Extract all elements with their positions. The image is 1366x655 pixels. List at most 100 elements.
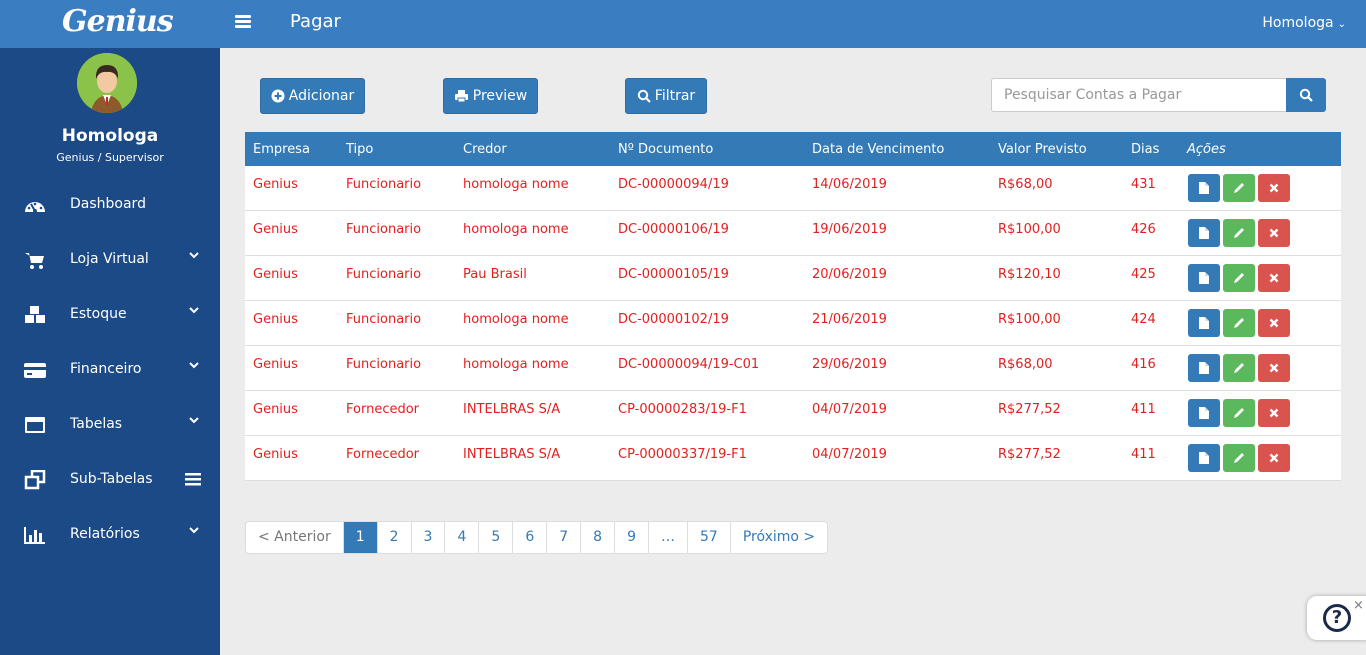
pencil-icon <box>1234 363 1244 373</box>
cell-tipo: Funcionario <box>346 357 422 372</box>
delete-button[interactable] <box>1258 174 1290 202</box>
search-button[interactable] <box>1286 78 1326 112</box>
page-title: Pagar <box>290 11 341 32</box>
pagination-page-8[interactable]: 8 <box>580 522 614 553</box>
add-button-label: Adicionar <box>288 88 355 104</box>
user-menu-label: Homologa <box>1262 15 1334 31</box>
sidebar-item-financeiro[interactable]: Financeiro <box>0 350 220 390</box>
logo[interactable]: Genius <box>0 0 220 48</box>
pagination-next-button[interactable]: Próximo > <box>729 522 827 553</box>
sidebar-item-loja-virtual[interactable]: Loja Virtual <box>0 240 220 280</box>
column-header-vencimento[interactable]: Data de Vencimento <box>812 142 944 157</box>
delete-button[interactable] <box>1258 444 1290 472</box>
cell-vencimento: 19/06/2019 <box>812 222 887 237</box>
sidebar-item-label: Estoque <box>70 306 127 322</box>
pagination-page-6[interactable]: 6 <box>512 522 546 553</box>
delete-button[interactable] <box>1258 354 1290 382</box>
sidebar-item-relatorios[interactable]: Relatórios <box>0 515 220 555</box>
cell-dias: 426 <box>1131 222 1156 237</box>
pagination-page-4[interactable]: 4 <box>444 522 478 553</box>
cell-valor: R$68,00 <box>998 357 1053 372</box>
pencil-icon <box>1234 183 1244 193</box>
cell-valor: R$100,00 <box>998 222 1061 237</box>
column-header-valor[interactable]: Valor Previsto <box>998 142 1087 157</box>
view-document-button[interactable] <box>1188 264 1220 292</box>
cell-empresa: Genius <box>253 402 298 417</box>
view-document-button[interactable] <box>1188 174 1220 202</box>
column-header-empresa[interactable]: Empresa <box>253 142 310 157</box>
sidebar-item-label: Tabelas <box>70 416 123 432</box>
menu-toggle-icon[interactable] <box>235 15 251 29</box>
edit-button[interactable] <box>1223 174 1255 202</box>
pagination-page-5[interactable]: 5 <box>478 522 512 553</box>
close-icon[interactable]: × <box>1353 598 1364 613</box>
delete-button[interactable] <box>1258 264 1290 292</box>
sidebar-item-sub-tabelas[interactable]: Sub-Tabelas <box>0 460 220 500</box>
file-icon <box>1199 362 1209 374</box>
user-menu[interactable]: Homologa ⌄ <box>1262 15 1346 31</box>
cell-valor: R$100,00 <box>998 312 1061 327</box>
top-bar: Genius Pagar Homologa ⌄ <box>0 0 1366 48</box>
pagination-page-57[interactable]: 57 <box>687 522 730 553</box>
chevron-down-icon <box>189 527 199 534</box>
edit-button[interactable] <box>1223 399 1255 427</box>
column-header-documento[interactable]: Nº Documento <box>618 142 713 157</box>
menu-icon <box>185 473 201 486</box>
chevron-down-icon <box>189 307 199 314</box>
help-widget[interactable]: ? × <box>1307 596 1366 640</box>
cell-credor: homologa nome <box>463 222 569 237</box>
chevron-down-icon <box>189 252 199 259</box>
cell-empresa: Genius <box>253 447 298 462</box>
column-header-tipo[interactable]: Tipo <box>346 142 373 157</box>
pagination: < Anterior 1 2 3 4 5 6 7 8 9… 57 Próximo > <box>245 521 829 554</box>
file-icon <box>1199 407 1209 419</box>
cell-tipo: Funcionario <box>346 177 422 192</box>
search-icon <box>637 89 651 103</box>
delete-button[interactable] <box>1258 309 1290 337</box>
edit-button[interactable] <box>1223 444 1255 472</box>
row-actions <box>1188 264 1290 292</box>
pagination-page-2[interactable]: 2 <box>376 522 411 553</box>
edit-button[interactable] <box>1223 219 1255 247</box>
table-row: Genius Fornecedor INTELBRAS S/A CP-00000337… <box>245 436 1341 481</box>
sidebar-item-tabelas[interactable]: Tabelas <box>0 405 220 445</box>
view-document-button[interactable] <box>1188 399 1220 427</box>
view-document-button[interactable] <box>1188 354 1220 382</box>
pagination-ellipsis[interactable]: … <box>648 522 687 553</box>
pagination-page-7[interactable]: 7 <box>546 522 580 553</box>
pagination-page-3[interactable]: 3 <box>410 522 445 553</box>
column-header-dias[interactable]: Dias <box>1131 142 1159 157</box>
delete-button[interactable] <box>1258 219 1290 247</box>
sidebar-item-dashboard[interactable]: Dashboard <box>0 185 220 225</box>
cell-tipo: Funcionario <box>346 222 422 237</box>
file-icon <box>1199 317 1209 329</box>
column-header-credor[interactable]: Credor <box>463 142 507 157</box>
edit-button[interactable] <box>1223 309 1255 337</box>
add-button[interactable]: Adicionar <box>260 78 365 114</box>
cell-vencimento: 04/07/2019 <box>812 402 887 417</box>
row-actions <box>1188 219 1290 247</box>
preview-button-label: Preview <box>472 88 528 104</box>
sidebar-item-estoque[interactable]: Estoque <box>0 295 220 335</box>
cell-credor: homologa nome <box>463 357 569 372</box>
pagination-prev-button[interactable]: < Anterior <box>246 522 343 553</box>
view-document-button[interactable] <box>1188 309 1220 337</box>
cell-tipo: Funcionario <box>346 267 422 282</box>
preview-button[interactable]: Preview <box>443 78 538 114</box>
filter-button[interactable]: Filtrar <box>625 78 707 114</box>
delete-button[interactable] <box>1258 399 1290 427</box>
view-document-button[interactable] <box>1188 219 1220 247</box>
accounts-payable-table: Empresa Tipo Credor Nº Documento Data de… <box>245 132 1341 481</box>
view-document-button[interactable] <box>1188 444 1220 472</box>
search-input[interactable]: Pesquisar Contas a Pagar <box>991 78 1287 112</box>
pagination-page-1[interactable]: 1 <box>342 522 377 553</box>
clone-icon <box>24 470 46 490</box>
bar-chart-icon <box>24 527 45 544</box>
close-icon <box>1269 273 1279 283</box>
edit-button[interactable] <box>1223 264 1255 292</box>
edit-button[interactable] <box>1223 354 1255 382</box>
table-row: Genius Funcionario homologa nome DC-0000010… <box>245 301 1341 346</box>
pagination-page-9[interactable]: 9 <box>614 522 648 553</box>
profile-name: Homologa <box>61 126 159 146</box>
file-icon <box>1199 272 1209 284</box>
